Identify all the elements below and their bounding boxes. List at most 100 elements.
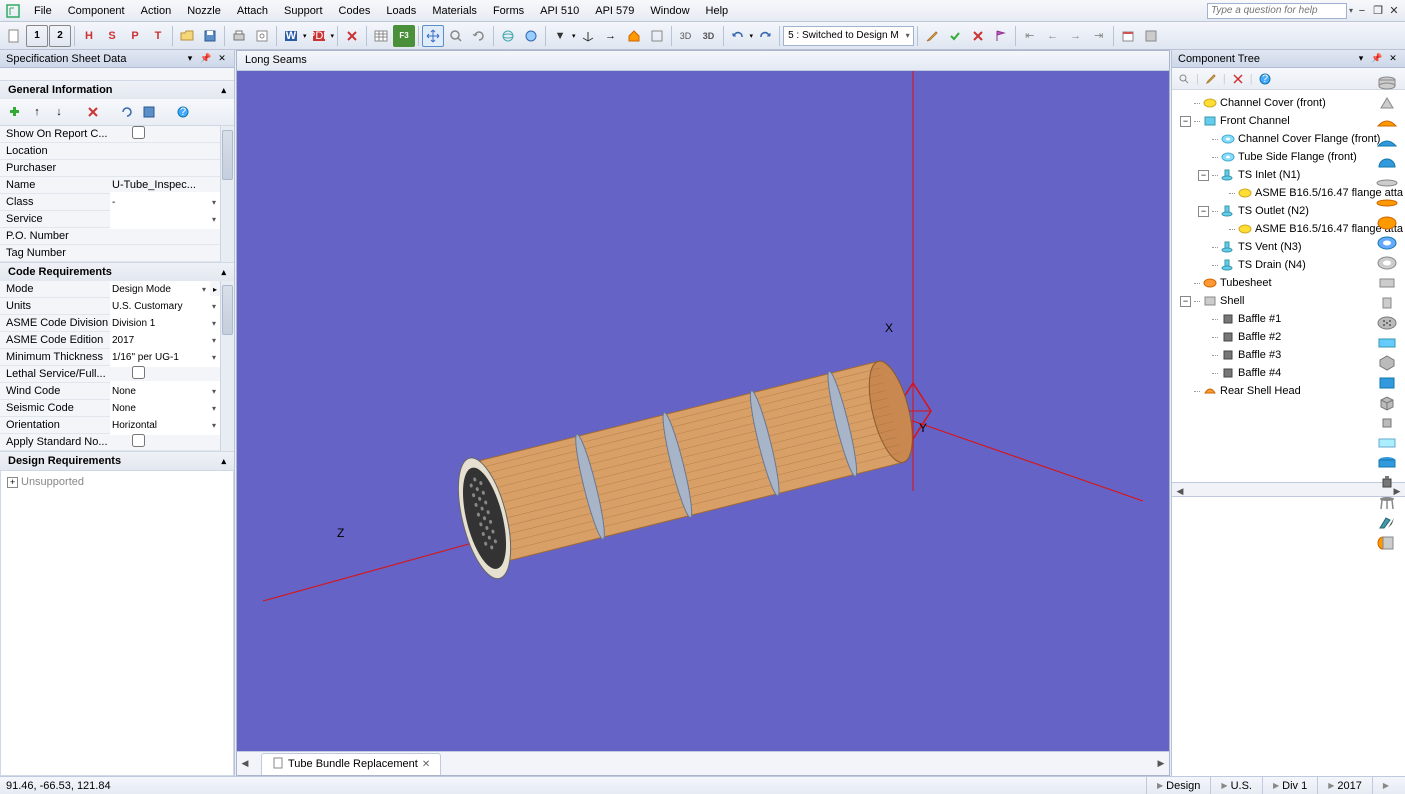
fit-button[interactable] bbox=[646, 25, 668, 47]
orbit-button[interactable] bbox=[497, 25, 519, 47]
tree-node[interactable]: Channel Cover (front) bbox=[1174, 94, 1403, 112]
tree-node[interactable]: Tube Side Flange (front) bbox=[1174, 148, 1403, 166]
close-icon[interactable]: ✕ bbox=[1387, 4, 1401, 18]
move-up-button[interactable]: ↑ bbox=[28, 103, 46, 121]
cyl-lt-blue-icon[interactable] bbox=[1375, 434, 1399, 452]
menu-api-579[interactable]: API 579 bbox=[587, 0, 642, 21]
nav-prev-button[interactable]: ← bbox=[1042, 25, 1064, 47]
prop-value[interactable] bbox=[110, 434, 220, 450]
tree-node[interactable]: Baffle #1 bbox=[1174, 310, 1403, 328]
minimize-icon[interactable]: − bbox=[1355, 4, 1369, 18]
prop-row[interactable]: Tag Number bbox=[0, 245, 220, 262]
code-scrollbar[interactable] bbox=[220, 281, 234, 451]
box-blue-icon[interactable] bbox=[1375, 374, 1399, 392]
expand-icon[interactable]: − bbox=[1180, 296, 1191, 307]
undo-button[interactable] bbox=[727, 25, 749, 47]
print-button[interactable] bbox=[228, 25, 250, 47]
menu-nozzle[interactable]: Nozzle bbox=[179, 0, 229, 21]
save-section-button[interactable] bbox=[140, 103, 158, 121]
arrow-down-button[interactable]: ▼ bbox=[549, 25, 571, 47]
pipe-gray-icon[interactable] bbox=[1375, 414, 1399, 432]
menu-materials[interactable]: Materials bbox=[424, 0, 485, 21]
tree-node[interactable]: Tubesheet bbox=[1174, 274, 1403, 292]
status-item[interactable]: ▶ Design bbox=[1146, 777, 1210, 794]
arrow-right-button[interactable]: → bbox=[600, 25, 622, 47]
tab-scroll-right[interactable]: ▶ bbox=[1153, 756, 1169, 772]
word-export-button[interactable]: W bbox=[280, 25, 302, 47]
vessel-icon[interactable] bbox=[1375, 474, 1399, 492]
tool-1-button[interactable]: 1 bbox=[26, 25, 48, 47]
stub-gray-icon[interactable] bbox=[1375, 294, 1399, 312]
add-row-button[interactable] bbox=[6, 103, 24, 121]
prop-row[interactable]: Service bbox=[0, 211, 220, 228]
menu-action[interactable]: Action bbox=[133, 0, 180, 21]
status-item[interactable]: ▶ U.S. bbox=[1210, 777, 1262, 794]
tubesheet-icon[interactable] bbox=[1375, 314, 1399, 332]
cyl-drk-blue-icon[interactable] bbox=[1375, 454, 1399, 472]
refresh-button[interactable] bbox=[118, 103, 136, 121]
tree-node[interactable]: −TS Outlet (N2) bbox=[1174, 202, 1403, 220]
menu-attach[interactable]: Attach bbox=[229, 0, 276, 21]
tree-node[interactable]: Rear Shell Head bbox=[1174, 382, 1403, 400]
prop-row[interactable]: Show On Report C... bbox=[0, 126, 220, 143]
prop-value[interactable] bbox=[110, 209, 220, 229]
tree-node[interactable]: −TS Inlet (N1) bbox=[1174, 166, 1403, 184]
stool-icon[interactable] bbox=[1375, 494, 1399, 512]
hex-icon[interactable] bbox=[1375, 354, 1399, 372]
pencil-button[interactable] bbox=[921, 25, 943, 47]
prop-value[interactable] bbox=[110, 126, 220, 142]
expand-icon[interactable]: + bbox=[7, 477, 18, 488]
flag-button[interactable] bbox=[990, 25, 1012, 47]
tree-node[interactable]: ASME B16.5/16.47 flange atta bbox=[1174, 184, 1403, 202]
save-button[interactable] bbox=[199, 25, 221, 47]
cube-gray-icon[interactable] bbox=[1375, 394, 1399, 412]
flat-gray-icon[interactable] bbox=[1375, 174, 1399, 192]
restore-icon[interactable]: ❐ bbox=[1371, 4, 1385, 18]
pdf-export-button[interactable]: PDF bbox=[308, 25, 330, 47]
3d-wire-button[interactable]: 3D bbox=[675, 25, 697, 47]
rotate-button[interactable] bbox=[468, 25, 490, 47]
panel-close-icon[interactable]: ✕ bbox=[216, 53, 228, 65]
help-section-button[interactable]: ? bbox=[174, 103, 192, 121]
head-end-icon[interactable] bbox=[1375, 534, 1399, 552]
tree-node[interactable]: ASME B16.5/16.47 flange atta bbox=[1174, 220, 1403, 238]
open-button[interactable] bbox=[176, 25, 198, 47]
tool-t-button[interactable]: T bbox=[147, 25, 169, 47]
tool-p-button[interactable]: P bbox=[124, 25, 146, 47]
prop-value[interactable]: 1/16" per UG-1 bbox=[110, 347, 220, 367]
tool-s-button[interactable]: S bbox=[101, 25, 123, 47]
new-doc-button[interactable] bbox=[3, 25, 25, 47]
redo-button[interactable] bbox=[754, 25, 776, 47]
tool-h-button[interactable]: H bbox=[78, 25, 100, 47]
zoom-button[interactable] bbox=[445, 25, 467, 47]
prop-row[interactable]: Minimum Thickness1/16" per UG-1 bbox=[0, 349, 220, 366]
menu-support[interactable]: Support bbox=[276, 0, 331, 21]
status-item[interactable]: ▶ Div 1 bbox=[1262, 777, 1317, 794]
pin-icon[interactable]: 📌 bbox=[1371, 53, 1383, 65]
home-button[interactable] bbox=[623, 25, 645, 47]
disc-orange-icon[interactable] bbox=[1375, 214, 1399, 232]
design-item-unsupported[interactable]: + Unsupported bbox=[3, 473, 231, 491]
tree-node[interactable]: Baffle #4 bbox=[1174, 364, 1403, 382]
tree-search-button[interactable] bbox=[1176, 71, 1192, 87]
tree-node[interactable]: −Shell bbox=[1174, 292, 1403, 310]
tree-delete-button[interactable] bbox=[1230, 71, 1246, 87]
general-info-section[interactable]: General Information▴ bbox=[0, 80, 234, 99]
prop-row[interactable]: OrientationHorizontal bbox=[0, 417, 220, 434]
expand-icon[interactable]: − bbox=[1198, 170, 1209, 181]
prop-row[interactable]: P.O. Number bbox=[0, 228, 220, 245]
viewport-canvas[interactable]: X Y Z bbox=[237, 71, 1169, 751]
prop-value[interactable]: U-Tube_Inspec... bbox=[110, 179, 220, 191]
prop-row[interactable]: Purchaser bbox=[0, 160, 220, 177]
ring-gray-icon[interactable] bbox=[1375, 254, 1399, 272]
menu-loads[interactable]: Loads bbox=[378, 0, 424, 21]
help-search-input[interactable] bbox=[1207, 3, 1347, 19]
tab-close-icon[interactable]: ✕ bbox=[422, 759, 430, 770]
general-scrollbar[interactable] bbox=[220, 126, 234, 262]
pin-icon[interactable]: 📌 bbox=[200, 53, 212, 65]
menu-codes[interactable]: Codes bbox=[331, 0, 379, 21]
cylinder-blue-icon[interactable] bbox=[1375, 334, 1399, 352]
menu-component[interactable]: Component bbox=[60, 0, 133, 21]
menu-window[interactable]: Window bbox=[642, 0, 697, 21]
grid-button[interactable] bbox=[1140, 25, 1162, 47]
